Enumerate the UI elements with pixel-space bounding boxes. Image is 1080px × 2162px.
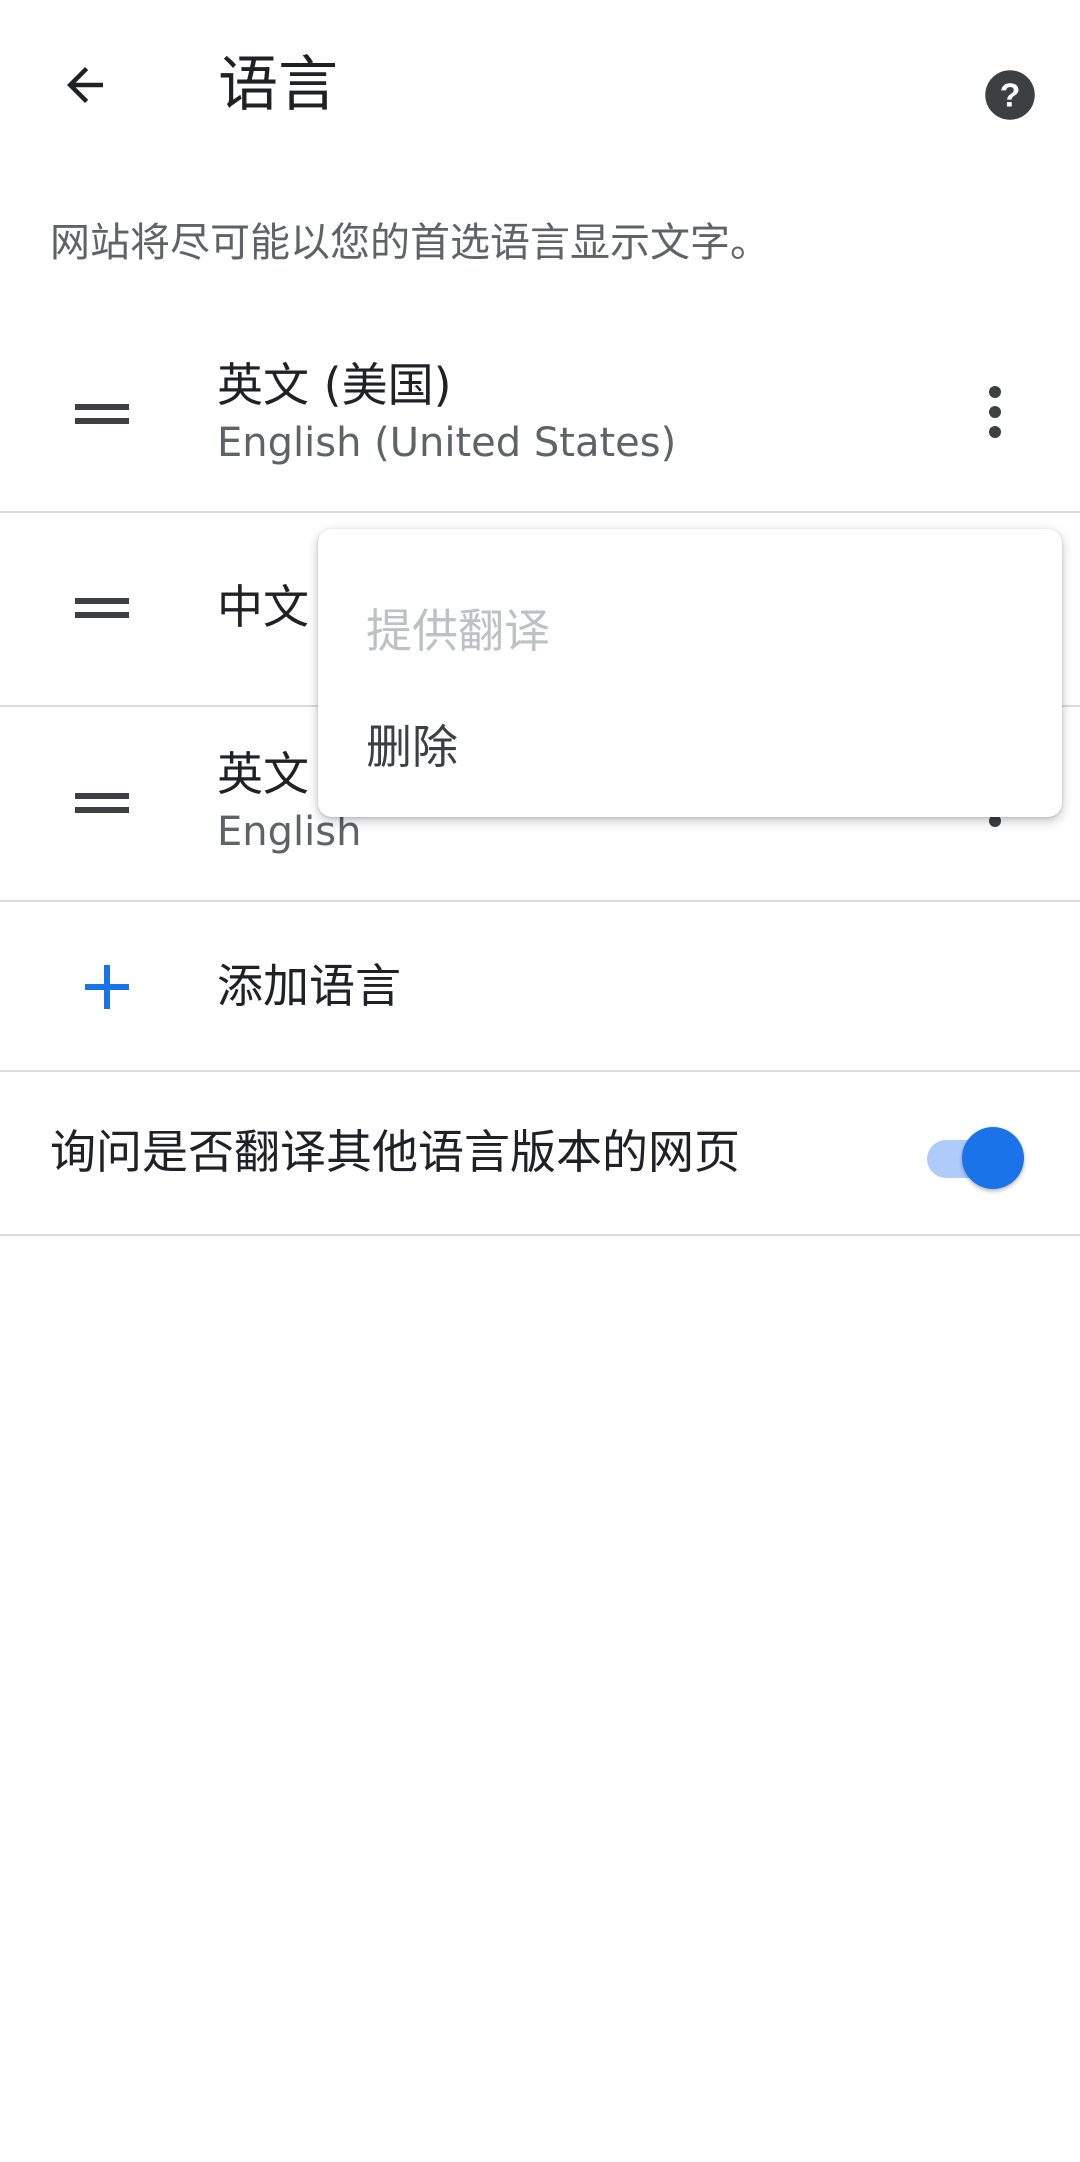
page-title: 语言 [218,50,338,120]
menu-item-remove[interactable]: 删除 [366,717,458,777]
help-circle-icon: ? [985,70,1035,120]
language-text: 英文 (美国) English (United States) [217,355,676,471]
switch-thumb [962,1127,1024,1189]
back-button[interactable] [40,40,130,130]
drag-handle-icon[interactable] [60,761,144,845]
arrow-back-icon [67,67,103,103]
drag-handle-icon[interactable] [60,566,144,650]
help-button[interactable]: ? [965,50,1055,140]
add-language-button[interactable]: 添加语言 [0,902,1080,1072]
overflow-popup-menu: 提供翻译 删除 [318,529,1062,817]
more-vert-icon [989,386,1001,438]
translate-prompt-label: 询问是否翻译其他语言版本的网页 [50,1125,740,1179]
drag-handle-icon[interactable] [60,372,144,456]
page-description: 网站将尽可能以您的首选语言显示文字。 [50,220,770,266]
language-text: 中文 [217,577,309,637]
language-name: 中文 [217,580,309,634]
translate-prompt-switch[interactable] [925,1124,1025,1189]
app-bar: 语言 ? [0,0,1080,170]
svg-text:?: ? [1000,76,1021,114]
language-name: 英文 (美国) [217,358,452,412]
menu-item-offer-translate: 提供翻译 [366,604,550,658]
plus-icon [62,942,152,1032]
translate-prompt-setting[interactable]: 询问是否翻译其他语言版本的网页 [0,1072,1080,1236]
add-language-label: 添加语言 [217,959,401,1013]
language-subtitle: English (United States) [217,420,677,466]
language-row[interactable]: 英文 (美国) English (United States) [0,317,1080,513]
more-options-button[interactable] [950,367,1040,457]
